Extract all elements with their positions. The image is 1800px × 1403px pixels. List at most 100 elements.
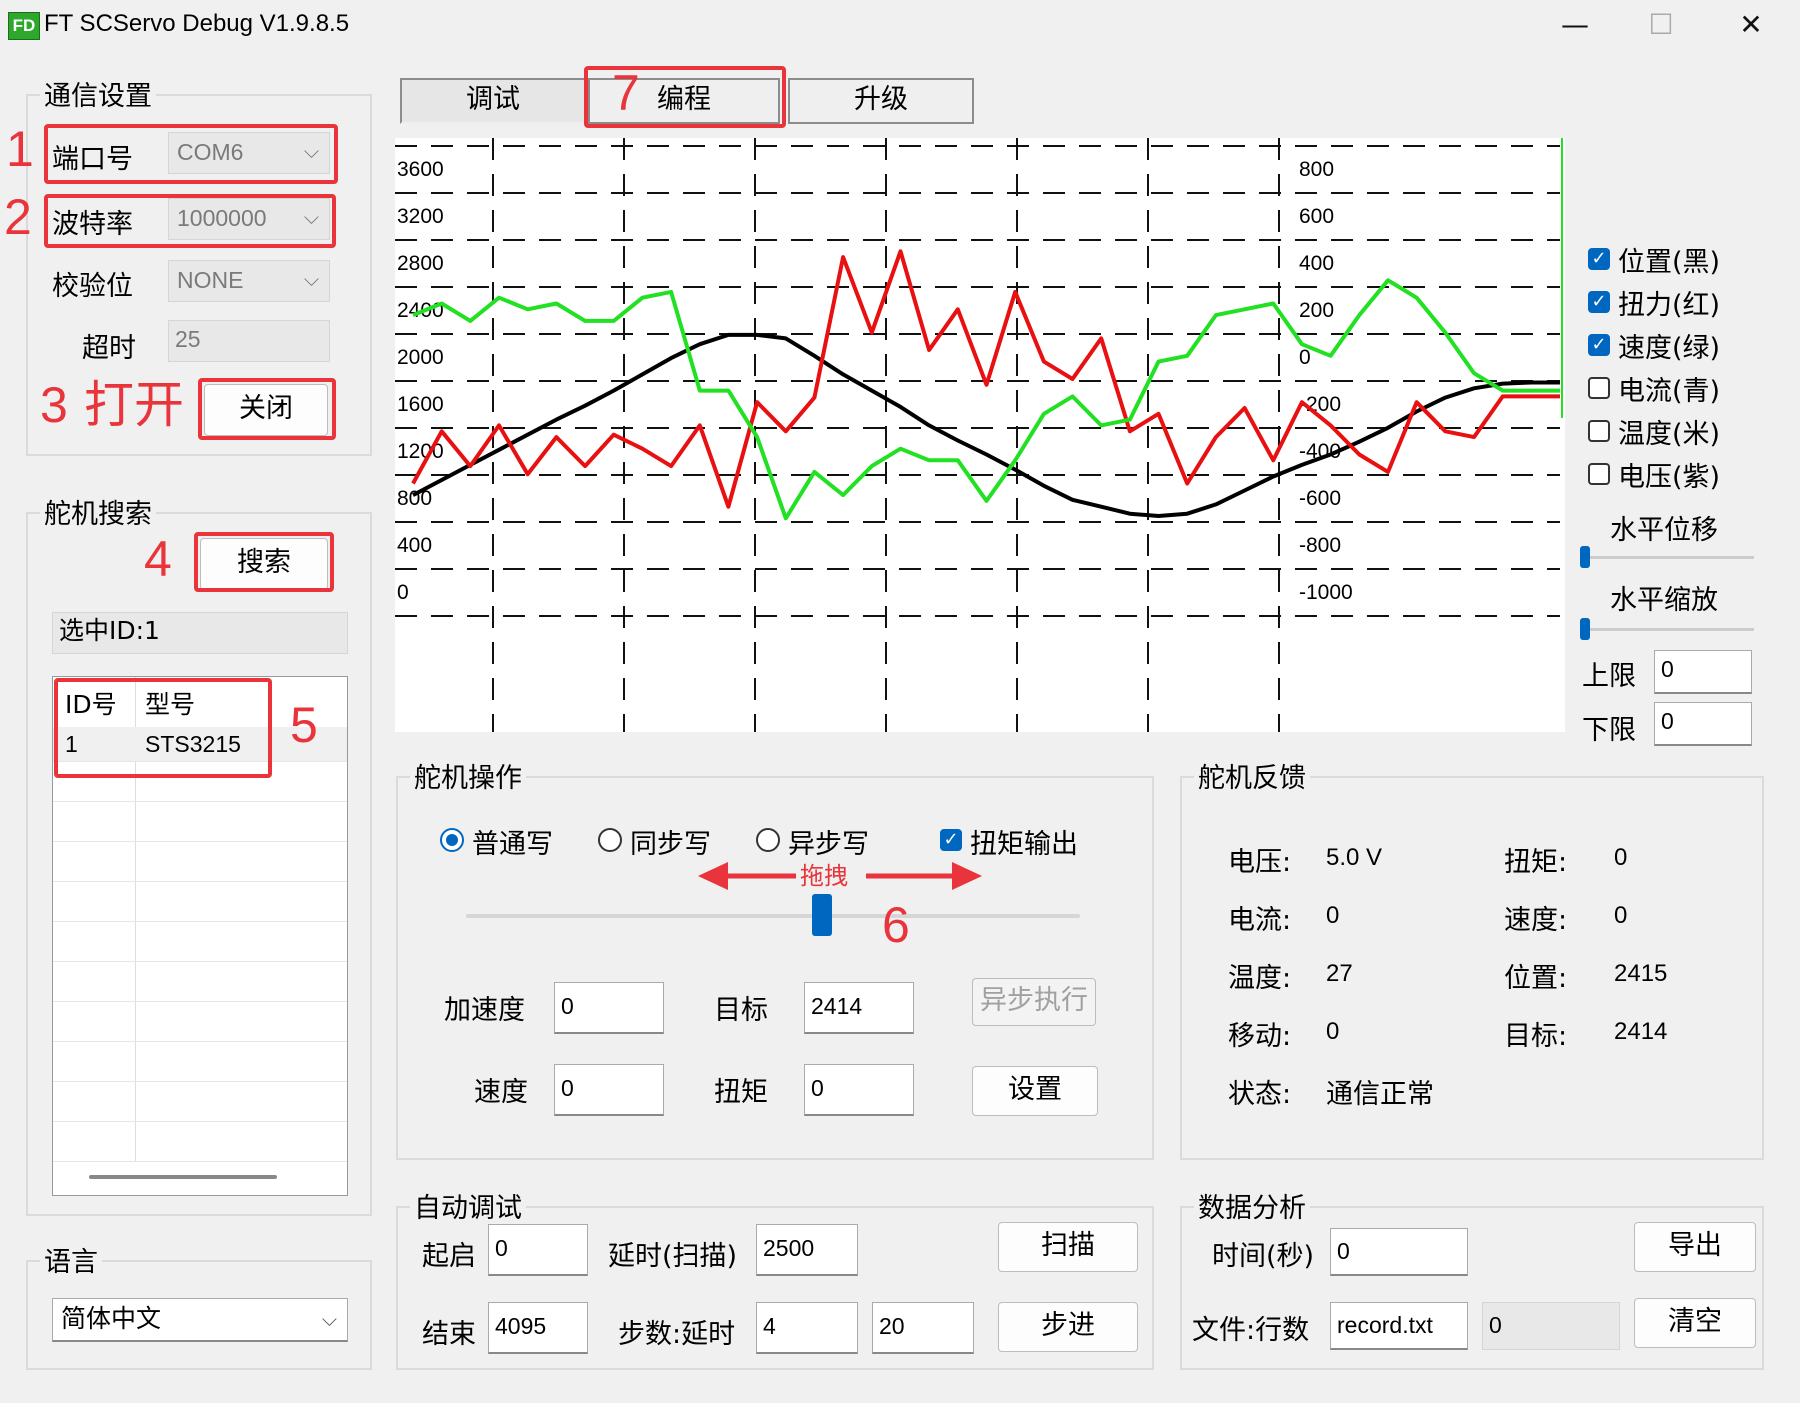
annotation-number-1: 1 <box>6 121 34 177</box>
legend-voltage-checkbox[interactable] <box>1588 463 1610 485</box>
annotation-number-3: 3 <box>40 377 68 433</box>
h-shift-track[interactable] <box>1582 556 1754 559</box>
fb-target-label: 目标: <box>1504 1021 1568 1052</box>
fb-voltage-label: 电压: <box>1228 847 1292 878</box>
tab-upgrade[interactable]: 升级 <box>788 78 974 124</box>
minimize-icon[interactable]: — <box>1530 2 1620 48</box>
time-field[interactable]: 0 <box>1330 1228 1468 1276</box>
set-button[interactable]: 设置 <box>972 1066 1098 1116</box>
y-left-tick-label: 3600 <box>397 158 444 181</box>
scan-button[interactable]: 扫描 <box>998 1222 1138 1272</box>
delay-field[interactable]: 2500 <box>756 1224 858 1276</box>
selected-id-field: 选中ID:1 <box>52 612 348 654</box>
radio-async-write[interactable] <box>756 828 780 852</box>
legend-temperature-label: 温度(米) <box>1618 419 1721 450</box>
fb-temp-value: 27 <box>1326 960 1353 987</box>
target-label: 目标 <box>714 995 768 1026</box>
speed-field[interactable]: 0 <box>554 1064 664 1116</box>
start-field[interactable]: 0 <box>488 1224 588 1276</box>
y-right-tick-label: -800 <box>1299 534 1341 557</box>
fb-torque-label: 扭矩: <box>1504 847 1568 878</box>
radio-normal-write[interactable] <box>440 828 464 852</box>
torque-field[interactable]: 0 <box>804 1064 914 1116</box>
position-slider-track[interactable] <box>466 914 1080 918</box>
annotation-number-2: 2 <box>4 189 32 245</box>
y-left-tick-label: 1600 <box>397 393 444 416</box>
file-field[interactable]: record.txt <box>1330 1302 1468 1350</box>
horizontal-scrollbar[interactable] <box>89 1175 277 1179</box>
accel-label: 加速度 <box>444 995 525 1026</box>
start-label: 起启 <box>422 1241 476 1272</box>
rows-field: 0 <box>1482 1302 1620 1350</box>
h-shift-slider[interactable] <box>1580 546 1590 568</box>
servo-chart: 3600320028002400200016001200800400080060… <box>395 138 1565 732</box>
legend-position-checkbox[interactable]: ✓ <box>1588 248 1610 270</box>
fb-status-value: 通信正常 <box>1326 1079 1434 1110</box>
clear-button[interactable]: 清空 <box>1634 1298 1756 1348</box>
annotation-number-6: 6 <box>882 897 910 953</box>
legend-speed-checkbox[interactable]: ✓ <box>1588 334 1610 356</box>
fb-move-label: 移动: <box>1228 1021 1292 1052</box>
chevron-down-icon: ⌵ <box>321 1307 337 1331</box>
upper-limit-field[interactable]: 0 <box>1654 650 1752 694</box>
y-left-tick-label: 2000 <box>397 346 444 369</box>
legend-current-label: 电流(青) <box>1618 376 1721 407</box>
fb-current-label: 电流: <box>1228 905 1292 936</box>
h-zoom-slider[interactable] <box>1580 618 1590 640</box>
fb-temp-label: 温度: <box>1228 963 1292 994</box>
language-title: 语言 <box>40 1240 102 1279</box>
timeout-field[interactable]: 25 <box>168 320 330 362</box>
y-right-tick-label: 200 <box>1299 299 1334 322</box>
maximize-icon[interactable]: ☐ <box>1616 2 1706 48</box>
fb-current-value: 0 <box>1326 902 1340 929</box>
legend-temperature-checkbox[interactable] <box>1588 420 1610 442</box>
position-slider-thumb[interactable] <box>812 894 833 936</box>
upper-limit-label: 上限 <box>1582 661 1636 692</box>
radio-sync-write[interactable] <box>598 828 622 852</box>
window-title: FT SCServo Debug V1.9.8.5 <box>44 10 350 37</box>
servo-operation-title: 舵机操作 <box>410 756 526 795</box>
step-delay-field[interactable]: 20 <box>872 1302 974 1354</box>
time-label: 时间(秒) <box>1212 1241 1315 1272</box>
fb-voltage-value: 5.0 V <box>1326 844 1383 871</box>
accel-field[interactable]: 0 <box>554 982 664 1034</box>
step-button[interactable]: 步进 <box>998 1302 1138 1352</box>
y-right-tick-label: 800 <box>1299 158 1334 181</box>
annotation-open-text: 打开 <box>84 377 184 433</box>
annotation-number-4: 4 <box>144 531 172 587</box>
fb-speed-value: 0 <box>1614 902 1628 929</box>
h-shift-label: 水平位移 <box>1610 515 1718 546</box>
fb-speed-label: 速度: <box>1504 905 1568 936</box>
fb-torque-value: 0 <box>1614 844 1628 871</box>
delay-label: 延时(扫描) <box>608 1241 738 1272</box>
language-value: 简体中文 <box>61 1304 162 1333</box>
torque-output-label: 扭矩输出 <box>970 829 1078 860</box>
file-label: 文件:行数 <box>1192 1315 1310 1346</box>
legend-current-checkbox[interactable] <box>1588 377 1610 399</box>
servo-feedback-title: 舵机反馈 <box>1194 756 1310 795</box>
legend-position-label: 位置(黑) <box>1618 247 1721 278</box>
end-label: 结束 <box>422 1319 476 1350</box>
end-field[interactable]: 4095 <box>488 1302 588 1354</box>
torque-output-checkbox[interactable]: ✓ <box>940 829 962 851</box>
annotation-number-7: 7 <box>612 65 640 121</box>
target-field[interactable]: 2414 <box>804 982 914 1034</box>
fb-status-label: 状态: <box>1228 1079 1292 1110</box>
export-button[interactable]: 导出 <box>1634 1222 1756 1272</box>
annotation-box-4 <box>194 532 334 592</box>
lower-limit-field[interactable]: 0 <box>1654 702 1752 746</box>
drag-label: 拖拽 <box>800 862 848 890</box>
step-field[interactable]: 4 <box>756 1302 858 1354</box>
language-select[interactable]: 简体中文 ⌵ <box>52 1298 348 1342</box>
legend-torque-checkbox[interactable]: ✓ <box>1588 291 1610 313</box>
y-left-tick-label: 400 <box>397 534 432 557</box>
annotation-box-1 <box>44 124 338 184</box>
close-icon[interactable]: ✕ <box>1706 2 1796 48</box>
y-left-tick-label: 2800 <box>397 252 444 275</box>
h-zoom-track[interactable] <box>1582 628 1754 631</box>
tab-debug[interactable]: 调试 <box>400 78 586 124</box>
parity-select[interactable]: NONE ⌵ <box>168 260 330 302</box>
legend-torque-label: 扭力(红) <box>1618 290 1721 321</box>
async-exec-button[interactable]: 异步执行 <box>972 978 1096 1026</box>
y-right-tick-label: 400 <box>1299 252 1334 275</box>
